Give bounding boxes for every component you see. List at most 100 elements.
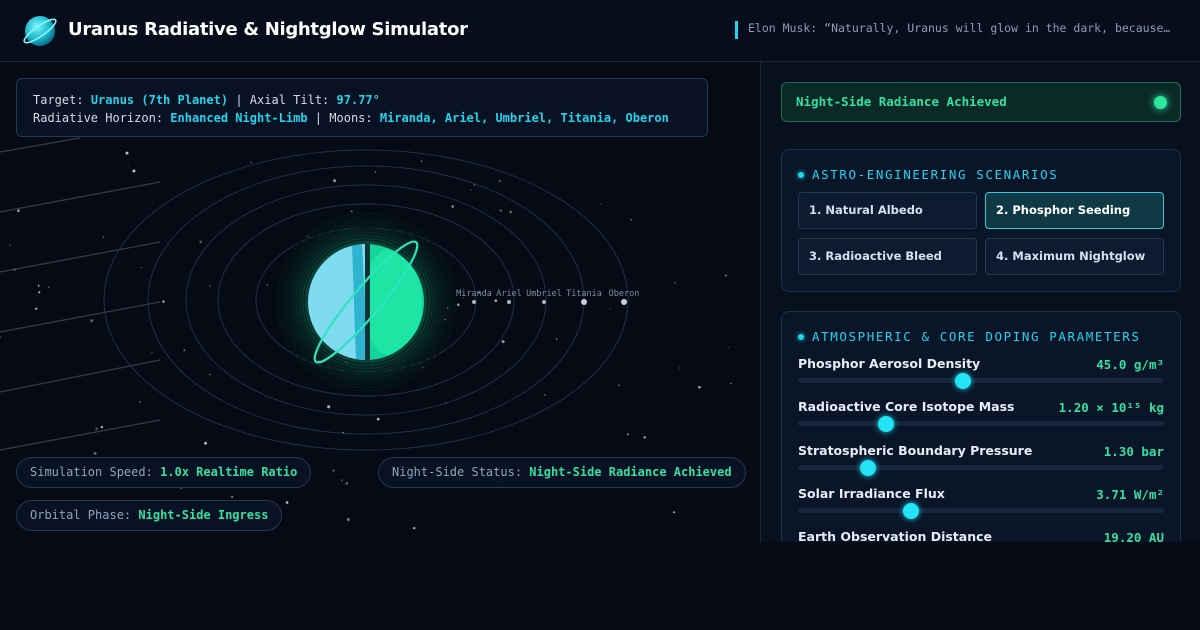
star: [509, 210, 512, 214]
target-info-line-1: Target: Uranus (7th Planet) | Axial Tilt…: [33, 91, 691, 109]
star: [0, 336, 2, 339]
moon-label-umbriel: Umbriel: [526, 289, 562, 299]
star: [730, 382, 732, 385]
star: [151, 351, 153, 354]
param-earth-observation-distance: Earth Observation Distance 19.20 AU: [798, 529, 1164, 542]
scenario-button-radioactive-bleed[interactable]: 3. Radioactive Bleed: [798, 238, 977, 275]
app-header: Uranus Radiative & Nightglow Simulator E…: [0, 0, 1200, 62]
scenario-button-phosphor-seeding[interactable]: 2. Phosphor Seeding: [985, 192, 1164, 229]
star: [183, 349, 186, 352]
moon-marker-titania: [581, 299, 587, 305]
star: [617, 384, 621, 387]
bullet-icon: [798, 334, 804, 340]
param-value: 1.30 bar: [1103, 444, 1164, 459]
star: [100, 425, 104, 429]
star: [630, 218, 632, 221]
star: [47, 286, 50, 288]
night-side-status-label: Night-Side Status:: [392, 465, 523, 479]
moon-marker-umbriel: [542, 300, 546, 304]
star: [125, 151, 129, 155]
star: [626, 433, 629, 436]
param-label: Solar Irradiance Flux: [798, 486, 945, 501]
orbital-phase-pill: Orbital Phase: Night-Side Ingress: [16, 500, 283, 531]
orbital-phase-label: Orbital Phase:: [30, 508, 132, 522]
star: [139, 401, 141, 403]
star: [93, 451, 97, 455]
status-indicator-icon: [1154, 96, 1167, 109]
slider-thumb[interactable]: [903, 503, 920, 519]
slider-thumb[interactable]: [859, 460, 876, 476]
star: [95, 427, 99, 431]
moon-marker-ariel: [507, 300, 511, 304]
star: [420, 160, 423, 163]
param-value: 1.20 × 10¹⁵ kg: [1058, 400, 1164, 415]
moon-marker-oberon: [621, 299, 627, 305]
star: [724, 274, 727, 277]
star: [327, 405, 331, 409]
orbital-phase-value: Night-Side Ingress: [138, 508, 269, 522]
param-solar-irradiance-flux: Solar Irradiance Flux 3.71 W/m²: [798, 486, 1164, 522]
target-value: Uranus (7th Planet): [90, 93, 229, 107]
star: [678, 367, 681, 369]
star: [346, 518, 350, 521]
moon-label-titania: Titania: [566, 289, 602, 299]
star: [498, 180, 501, 183]
simulation-speed-value: 1.0x Realtime Ratio: [160, 465, 298, 479]
star: [127, 165, 129, 167]
param-label: Earth Observation Distance: [798, 529, 993, 542]
moons-value: Miranda, Ariel, Umbriel, Titania, Oberon: [379, 111, 669, 125]
slider-track[interactable]: [798, 508, 1164, 513]
scenarios-title: ASTRO-ENGINEERING SCENARIOS: [812, 167, 1059, 182]
star: [9, 244, 11, 246]
scenario-button-maximum-nightglow[interactable]: 4. Maximum Nightglow: [985, 238, 1164, 275]
star: [333, 179, 337, 183]
param-phosphor-aerosol-density: Phosphor Aerosol Density 45.0 g/m³: [798, 356, 1164, 392]
star: [499, 209, 502, 212]
simulation-speed-pill: Simulation Speed: 1.0x Realtime Ratio: [16, 457, 312, 488]
star: [673, 511, 675, 514]
param-value: 19.20 AU: [1103, 530, 1164, 542]
param-stratospheric-boundary-pressure: Stratospheric Boundary Pressure 1.30 bar: [798, 443, 1164, 479]
slider-thumb[interactable]: [954, 373, 971, 389]
param-value: 45.0 g/m³: [1096, 357, 1164, 372]
scenario-button-natural-albedo[interactable]: 1. Natural Albedo: [798, 192, 977, 229]
header-quote: Elon Musk: “Naturally, Uranus will glow …: [735, 21, 1175, 39]
slider-thumb[interactable]: [877, 416, 894, 432]
star: [698, 385, 701, 389]
star: [17, 209, 20, 212]
star: [555, 338, 558, 340]
star: [204, 441, 207, 445]
night-side-status-value: Night-Side Radiance Achieved: [529, 465, 732, 479]
star: [600, 203, 602, 205]
scenarios-card: ASTRO-ENGINEERING SCENARIOS 1. Natural A…: [781, 149, 1181, 292]
star: [494, 299, 498, 303]
slider-track[interactable]: [798, 465, 1164, 470]
star: [34, 307, 38, 310]
star: [230, 495, 234, 499]
star: [674, 282, 676, 284]
star: [250, 161, 252, 164]
star: [609, 308, 611, 310]
star: [266, 284, 268, 286]
star: [102, 236, 105, 239]
solar-wind-streaks: [0, 137, 161, 451]
radiative-horizon-value: Enhanced Night-Limb: [170, 111, 308, 125]
parameters-title: ATMOSPHERIC & CORE DOPING PARAMETERS: [812, 329, 1141, 344]
slider-track[interactable]: [798, 378, 1164, 383]
star: [132, 169, 136, 173]
param-value: 3.71 W/m²: [1096, 487, 1164, 502]
info-separator: |: [314, 111, 323, 125]
star: [141, 266, 143, 269]
simulation-viewport[interactable]: Miranda Ariel Umbriel Titania Oberon Target:…: [0, 62, 760, 542]
star: [374, 170, 377, 173]
slider-track[interactable]: [798, 421, 1164, 426]
star: [13, 268, 16, 271]
star: [413, 527, 416, 530]
param-label: Radioactive Core Isotope Mass: [798, 399, 1015, 414]
control-sidebar: Night-Side Radiance Achieved ASTRO-ENGIN…: [760, 62, 1200, 542]
night-side-status-pill: Night-Side Status: Night-Side Radiance A…: [378, 457, 746, 488]
app-title: Uranus Radiative & Nightglow Simulator: [68, 19, 468, 40]
param-label: Phosphor Aerosol Density: [798, 356, 981, 371]
star: [501, 340, 505, 344]
simulation-speed-label: Simulation Speed:: [30, 465, 153, 479]
